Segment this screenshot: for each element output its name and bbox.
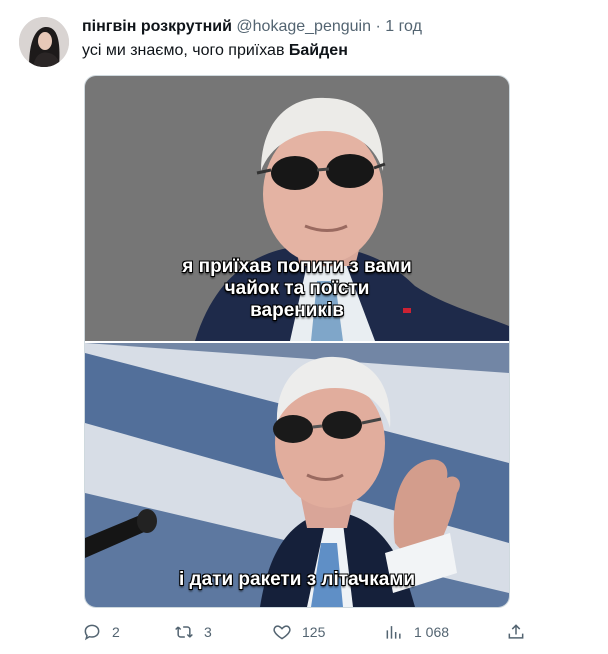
reply-count: 2	[112, 624, 120, 640]
views-button[interactable]: 1 068	[384, 620, 449, 644]
caption-line: чайок та поїсти	[224, 278, 370, 299]
tweet-text-bold: Байден	[288, 42, 348, 59]
tweet-text: усі ми знаємо, чого приїхав Байден	[82, 41, 348, 61]
caption-line: я приїхав попити з вами	[182, 256, 412, 277]
like-count: 125	[302, 624, 326, 640]
tweet-media[interactable]: я приїхав попити з вами чайок та поїсти …	[84, 75, 510, 608]
tweet-header: пінгвін розкрутний @hokage_penguin · 1 г…	[82, 17, 422, 37]
views-bar-chart-icon	[386, 626, 401, 639]
heart-icon	[273, 625, 291, 640]
author-handle[interactable]: @hokage_penguin	[236, 18, 371, 35]
share-button[interactable]	[506, 620, 526, 644]
meme-panel-bottom: і дати ракети з літачками	[85, 343, 509, 607]
tweet-text-plain: усі ми знаємо, чого приїхав	[82, 42, 289, 59]
reply-button[interactable]: 2	[82, 620, 120, 644]
author-name[interactable]: пінгвін розкрутний	[82, 18, 232, 35]
meme-photo-bottom	[85, 343, 509, 607]
avatar-image	[19, 17, 69, 67]
like-button[interactable]: 125	[272, 620, 325, 644]
retweet-icon	[175, 626, 193, 638]
share-icon	[508, 624, 524, 639]
tweet-card[interactable]: пінгвін розкрутний @hokage_penguin · 1 г…	[0, 0, 608, 654]
caption-line: вареників	[250, 300, 344, 321]
meme-caption-bottom: і дати ракети з літачками	[178, 569, 416, 590]
meme-panel-top: я приїхав попити з вами чайок та поїсти …	[85, 76, 509, 341]
meme-caption-top: я приїхав попити з вами чайок та поїсти …	[85, 256, 509, 322]
reply-icon	[84, 624, 100, 641]
tweet-actions: 2 3 125 1 068	[82, 620, 532, 644]
retweet-button[interactable]: 3	[174, 620, 212, 644]
views-count: 1 068	[414, 624, 450, 640]
tweet-time[interactable]: 1 год	[385, 18, 422, 35]
avatar[interactable]	[19, 17, 69, 67]
retweet-count: 3	[204, 624, 212, 640]
header-separator: ·	[375, 18, 381, 35]
